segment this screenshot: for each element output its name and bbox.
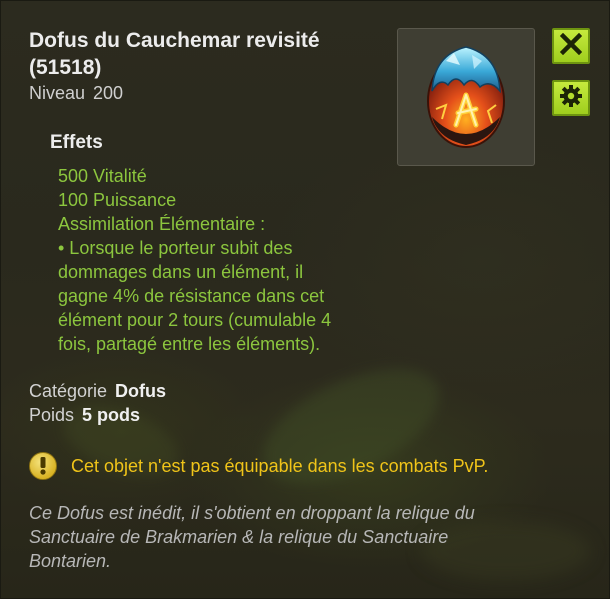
settings-button[interactable] — [552, 80, 590, 116]
effect-line: 500 Vitalité — [58, 166, 147, 186]
exclamation-icon — [29, 452, 57, 480]
item-tooltip: Dofus du Cauchemar revisité (51518) Nive… — [0, 0, 610, 599]
close-x-icon — [559, 32, 583, 60]
effects-list: 500 Vitalité 100 Puissance Assimilation … — [58, 164, 378, 356]
effect-line: fois, partagé entre les éléments). — [58, 334, 321, 354]
category-value: Dofus — [115, 381, 167, 401]
item-id: (51518) — [29, 56, 102, 79]
item-level: Niveau 200 — [29, 83, 123, 104]
level-value: 200 — [93, 83, 124, 103]
level-label: Niveau — [29, 83, 86, 103]
close-button[interactable] — [552, 28, 590, 64]
category-label: Catégorie — [29, 381, 108, 401]
effect-line: gagne 4% de résistance dans cet — [58, 286, 325, 306]
item-lore: Ce Dofus est inédit, il s'obtient en dro… — [29, 501, 569, 573]
effect-line: Assimilation Élémentaire : — [58, 214, 266, 234]
background-foliage — [245, 345, 457, 507]
weight-label: Poids — [29, 405, 75, 425]
warning-text: Cet objet n'est pas équipable dans les c… — [71, 455, 489, 476]
item-name: Dofus du Cauchemar revisité — [29, 29, 320, 52]
lore-line: Sanctuaire de Brakmarien & la relique du… — [29, 527, 449, 547]
weight-row: Poids 5 pods — [29, 405, 140, 426]
dofus-nightmare-egg-icon — [420, 39, 512, 156]
lore-line: Bontarien. — [29, 551, 112, 571]
item-image-frame — [397, 28, 535, 166]
gear-icon — [559, 84, 583, 113]
pvp-warning: Cet objet n'est pas équipable dans les c… — [29, 452, 488, 480]
lore-line: Ce Dofus est inédit, il s'obtient en dro… — [29, 503, 475, 523]
effects-heading: Effets — [50, 132, 103, 153]
effect-line: 100 Puissance — [58, 190, 177, 210]
effect-line: élément pour 2 tours (cumulable 4 — [58, 310, 332, 330]
effect-line: dommages dans un élément, il — [58, 262, 304, 282]
category-row: Catégorie Dofus — [29, 381, 166, 402]
weight-value: 5 pods — [82, 405, 141, 425]
item-title: Dofus du Cauchemar revisité (51518) — [29, 27, 379, 81]
effect-line: • Lorsque le porteur subit des — [58, 238, 293, 258]
